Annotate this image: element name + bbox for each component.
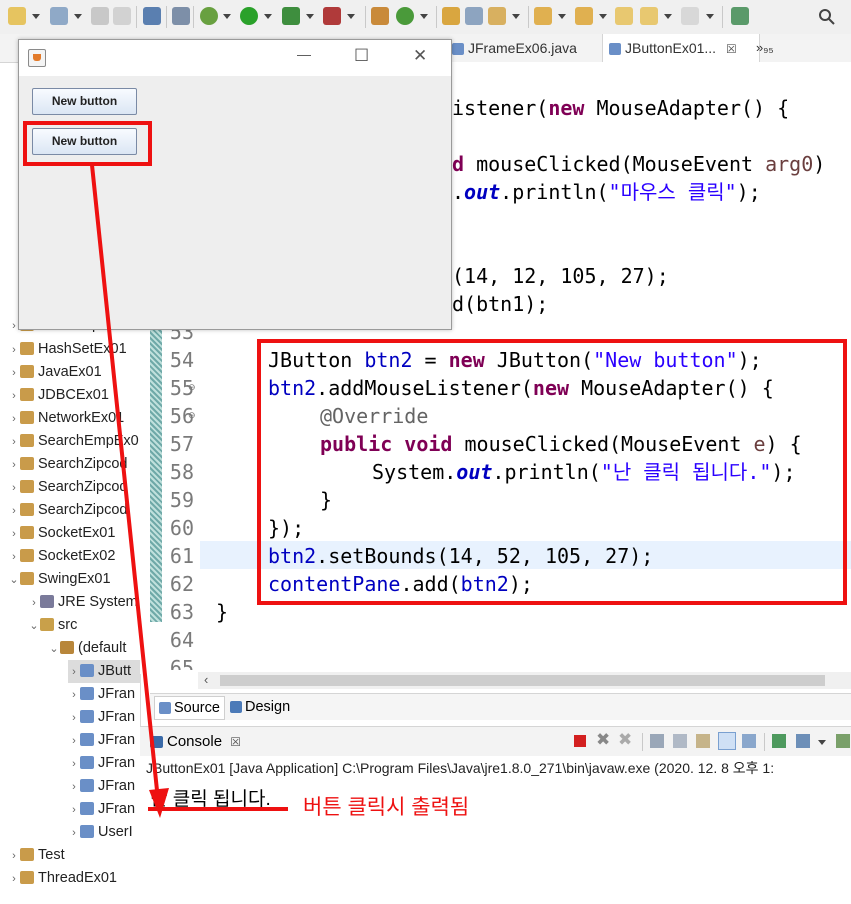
- output-underline: [148, 807, 288, 811]
- annotation-arrow: [90, 164, 169, 818]
- annotation-label: 버튼 클릭시 출력됨: [303, 796, 470, 819]
